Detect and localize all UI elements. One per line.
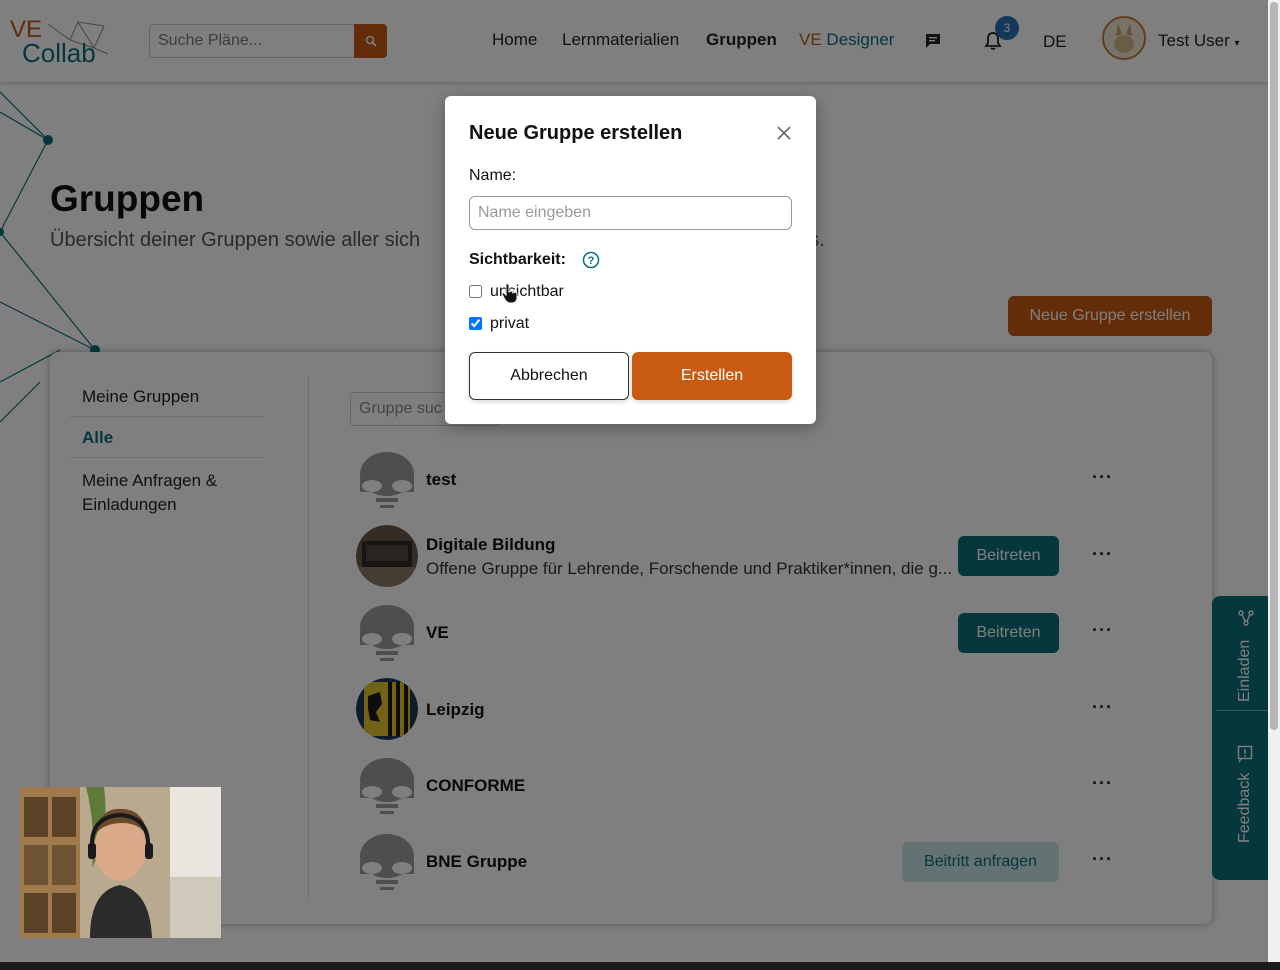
group-name-input[interactable] xyxy=(469,196,792,230)
svg-text:?: ? xyxy=(588,255,595,267)
create-button[interactable]: Erstellen xyxy=(632,352,792,400)
hand-cursor-icon xyxy=(501,283,518,304)
visibility-label: Sichtbarkeit: xyxy=(469,251,566,268)
close-icon[interactable] xyxy=(775,124,793,142)
scrollbar-thumb[interactable] xyxy=(1270,2,1278,730)
webcam-overlay xyxy=(20,787,221,938)
vertical-scrollbar[interactable] xyxy=(1268,0,1280,962)
private-checkbox[interactable] xyxy=(469,317,482,330)
create-group-modal: Neue Gruppe erstellen Name: Sichtbarkeit… xyxy=(445,96,816,424)
invisible-checkbox[interactable] xyxy=(469,285,482,298)
name-label: Name: xyxy=(469,167,517,184)
help-icon[interactable]: ? xyxy=(582,251,600,269)
webcam-video-image xyxy=(20,787,221,938)
page: VE Collab Home Lernmaterialien Gruppen V… xyxy=(0,0,1268,962)
modal-title: Neue Gruppe erstellen xyxy=(469,122,683,144)
window-bottom-edge xyxy=(0,962,1280,970)
private-option-label[interactable]: privat xyxy=(490,315,529,333)
cancel-button[interactable]: Abbrechen xyxy=(469,352,629,400)
